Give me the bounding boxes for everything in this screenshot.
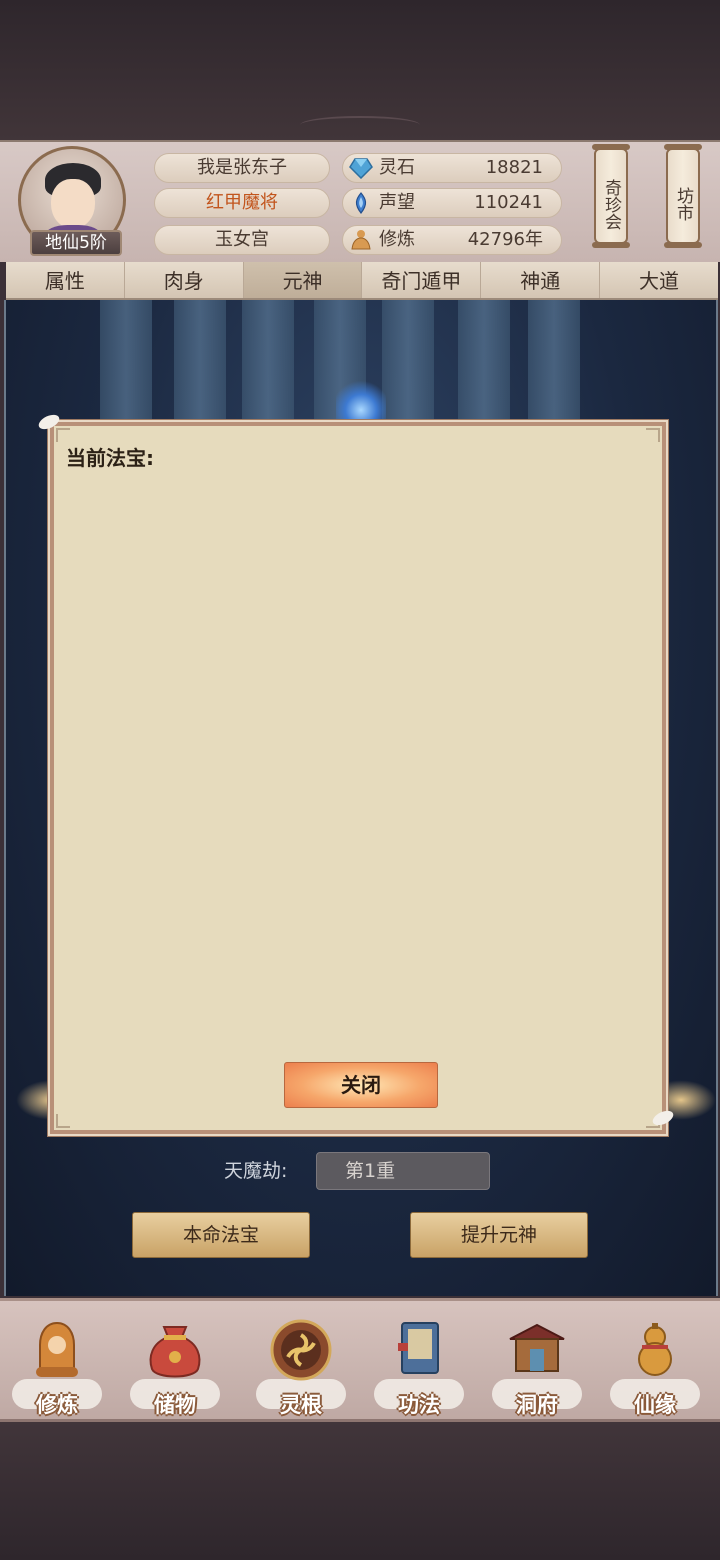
nav-label: 储物 [154,1393,196,1417]
nav-label: 功法 [398,1393,440,1417]
nav-label: 灵根 [280,1393,322,1417]
tab-great-dao[interactable]: 大道 [600,262,718,298]
treasure-dialog: 当前法宝: 关闭 [50,422,666,1134]
nav-cave-house[interactable]: 洞府 [482,1307,592,1419]
spirit-stone-label: 灵石 [379,157,415,178]
nav-label: 仙缘 [634,1393,676,1417]
cultivation-row: 修炼 42796年 [342,225,562,255]
cultivation-label: 修炼 [379,229,415,250]
storage-bag-icon [149,1326,201,1378]
tab-divine-power[interactable]: 神通 [481,262,601,298]
stone-pillar [174,300,226,430]
tribulation-value: 第1重 [316,1152,490,1190]
cultivation-icon [351,230,371,250]
bottom-backdrop [0,1422,720,1560]
dialog-title: 当前法宝: [66,446,154,470]
avatar-face [51,179,95,229]
nav-storage[interactable]: 储物 [120,1307,230,1419]
reputation-icon [355,192,367,214]
stone-pillar [382,300,434,430]
cave-house-icon [509,1323,565,1372]
spirit-stone-value: 18821 [485,157,543,178]
corner-ornament [646,428,660,442]
tab-qimen[interactable]: 奇门遁甲 [362,262,482,298]
corner-ornament [56,1114,70,1128]
nav-techniques[interactable]: 功法 [364,1307,474,1419]
stone-pillar [242,300,294,430]
close-button[interactable]: 关闭 [284,1062,438,1108]
nav-immortal-fate[interactable]: 仙缘 [600,1307,710,1419]
scripture-book-icon [398,1322,439,1374]
nav-spirit-root[interactable]: 灵根 [246,1307,356,1419]
tab-body[interactable]: 肉身 [125,262,244,298]
stone-pillar [528,300,580,430]
spirit-stone-icon [349,158,373,179]
player-title[interactable]: 红甲魔将 [154,188,330,218]
stone-pillar [100,300,152,430]
nav-label: 洞府 [516,1393,558,1417]
market-button[interactable]: 坊市 [664,144,702,248]
stone-pillar [458,300,510,430]
tab-bar: 属性 肉身 元神 奇门遁甲 神通 大道 [6,262,718,300]
treasure-fair-button[interactable]: 奇珍会 [592,144,630,248]
player-sect[interactable]: 玉女宫 [154,225,330,255]
top-ornament [300,116,420,134]
reputation-label: 声望 [379,192,415,213]
reputation-value: 110241 [474,192,543,213]
nav-cultivate[interactable]: 修炼 [2,1307,112,1419]
realm-badge: 地仙5阶 [30,230,122,256]
player-name[interactable]: 我是张东子 [154,153,330,183]
reputation-row: 声望 110241 [342,188,562,218]
upgrade-spirit-button[interactable]: 提升元神 [410,1212,588,1258]
bottom-nav: 修炼 储物 灵根 功法 洞府 仙缘 [0,1298,720,1422]
cultivation-value: 42796年 [467,229,543,250]
tab-attributes[interactable]: 属性 [6,262,125,298]
tribulation-label: 天魔劫: [224,1160,288,1182]
top-backdrop [0,0,720,140]
corner-ornament [56,428,70,442]
meditation-icon [36,1321,78,1377]
nav-label: 修炼 [36,1393,78,1417]
spirit-stone-row: 灵石 18821 [342,153,562,183]
spirit-root-icon [270,1319,332,1381]
gourd-icon [638,1323,672,1376]
tab-spirit[interactable]: 元神 [243,262,363,298]
natal-treasure-button[interactable]: 本命法宝 [132,1212,310,1258]
